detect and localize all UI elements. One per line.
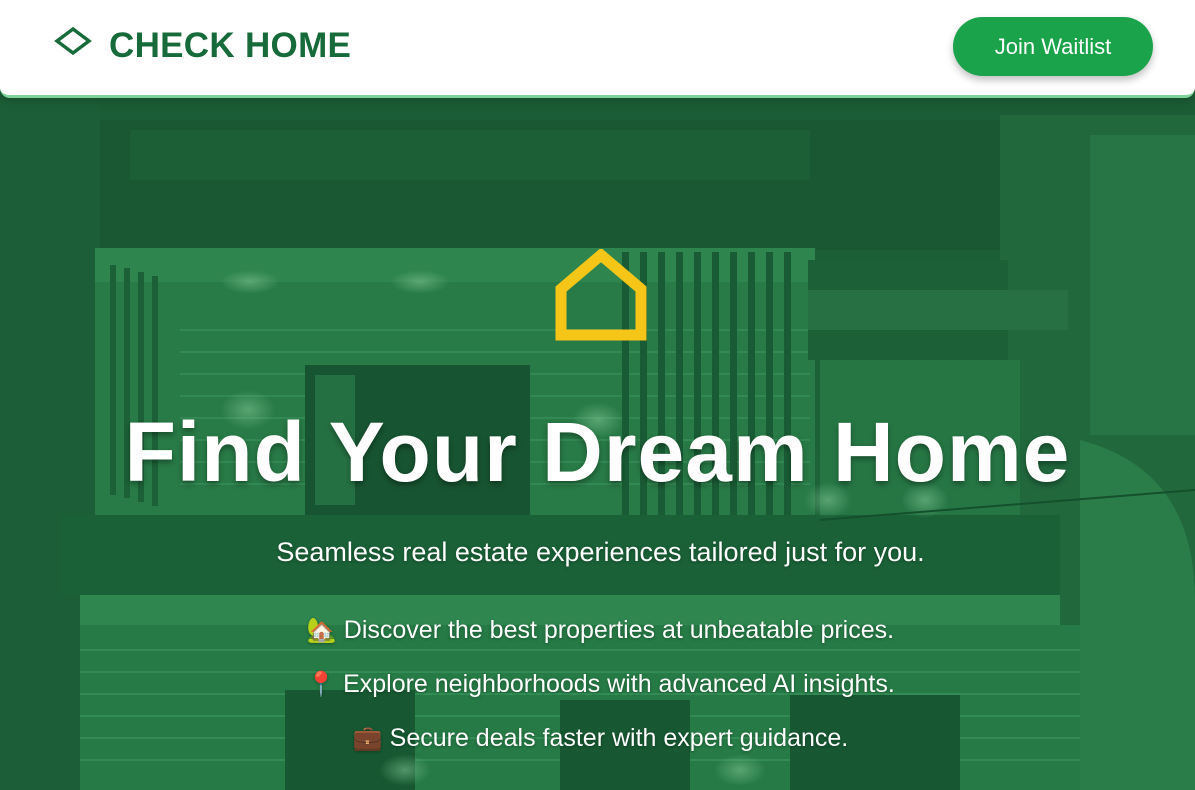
join-waitlist-button[interactable]: Join Waitlist	[953, 17, 1153, 76]
brand-logo[interactable]: CHECK HOME	[54, 26, 351, 66]
feature-item: 📍 Explore neighborhoods with advanced AI …	[0, 664, 1195, 718]
pushpin-icon: 📍	[306, 671, 337, 698]
feature-text: Explore neighborhoods with advanced AI i…	[343, 670, 895, 698]
hero-content: Find Your Dream Home Seamless real estat…	[0, 0, 1195, 790]
briefcase-icon: 💼	[352, 725, 383, 752]
feature-item: 🏡 Discover the best properties at unbeata…	[0, 610, 1195, 664]
house-with-garden-icon: 🏡	[306, 617, 337, 644]
house-outline-icon	[555, 249, 647, 341]
feature-item: 💼 Secure deals faster with expert guidanc…	[0, 718, 1195, 772]
hero-subtitle: Seamless real estate experiences tailore…	[276, 537, 925, 567]
landing-page: CHECK HOME Join Waitlist Find Your Dream…	[0, 0, 1195, 790]
feature-text: Secure deals faster with expert guidance…	[389, 724, 849, 752]
hero-title: Find Your Dream Home	[124, 405, 1071, 499]
feature-list: 🏡 Discover the best properties at unbeata…	[0, 610, 1195, 772]
brand-name: CHECK HOME	[109, 26, 352, 65]
site-header: CHECK HOME Join Waitlist	[0, 0, 1195, 98]
diamond-logo-icon	[54, 27, 92, 56]
feature-text: Discover the best properties at unbeatab…	[343, 616, 895, 644]
